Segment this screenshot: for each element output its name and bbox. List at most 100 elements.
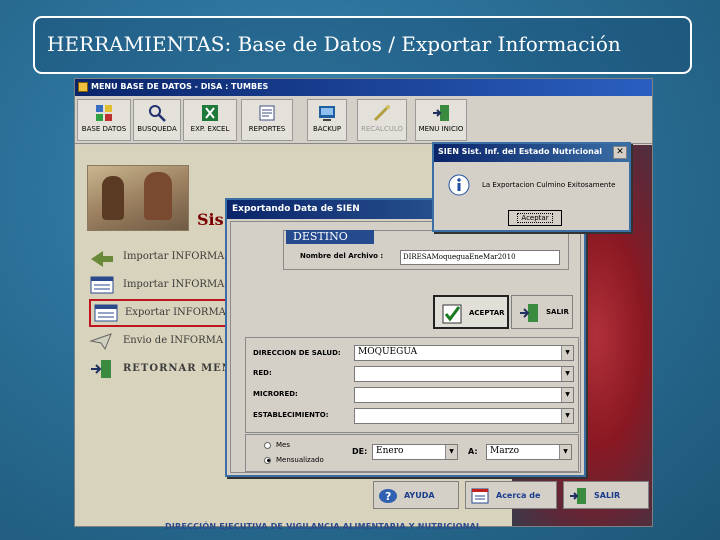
menu-item-importar-1[interactable]: Importar INFORMA xyxy=(89,245,239,269)
success-message-box: SIEN Sist. Inf. del Estado Nutricional ✕… xyxy=(432,142,631,232)
import-icon xyxy=(91,251,113,267)
toolbar-label: MENU INICIO xyxy=(418,125,464,133)
toolbar-label: BUSQUEDA xyxy=(137,125,177,133)
toolbar-backup-button[interactable]: BACKUP xyxy=(307,99,347,141)
radio-button[interactable] xyxy=(264,441,271,449)
backup-icon xyxy=(319,106,335,121)
slide-title: HERRAMIENTAS: Base de Datos / Exportar I… xyxy=(47,32,621,56)
establecimiento-select[interactable]: ▼ xyxy=(354,408,574,424)
radio-button[interactable] xyxy=(264,456,271,464)
microred-label: MICRORED: xyxy=(253,390,298,398)
toolbar-menu-inicio-button[interactable]: MENU INICIO xyxy=(415,99,467,141)
toolbar-label: RECALCULO xyxy=(360,125,404,133)
export-dialog-body: DESTINO Nombre del Archivo : DIRESAMoque… xyxy=(230,221,581,473)
select-value: Enero xyxy=(376,446,404,456)
from-month-select[interactable]: Enero ▼ xyxy=(372,444,458,460)
import-list-icon xyxy=(90,276,114,294)
recalc-icon xyxy=(373,105,390,122)
toolbar-label: REPORTES xyxy=(248,125,286,133)
toolbar-label: BASE DATOS xyxy=(81,125,127,133)
chevron-down-icon[interactable]: ▼ xyxy=(559,445,571,459)
excel-icon xyxy=(202,105,218,121)
toolbar-base-datos-button[interactable]: BASE DATOS xyxy=(77,99,131,141)
chevron-down-icon[interactable]: ▼ xyxy=(445,445,457,459)
destino-label: DESTINO xyxy=(286,230,374,244)
menu-item-exportar[interactable]: Exportar INFORMA xyxy=(89,299,239,327)
destino-group: DESTINO Nombre del Archivo : DIRESAMoque… xyxy=(283,230,569,270)
info-icon xyxy=(448,174,470,196)
red-label: RED: xyxy=(253,369,272,377)
acerca-de-button[interactable]: Acerca de xyxy=(465,481,557,509)
menu-item-label: Importar INFORMA xyxy=(123,279,225,290)
slide-footer: DIRECCIÓN EJECUTIVA DE VIGILANCIA ALIMEN… xyxy=(165,522,482,531)
file-name-input[interactable]: DIRESAMoqueguaEneMar2010 xyxy=(400,250,560,265)
bottom-button-bar: ? AYUDA Acerca de SALIR xyxy=(373,479,652,515)
from-label: DE: xyxy=(352,447,368,456)
toolbar-reportes-button[interactable]: REPORTES xyxy=(241,99,293,141)
toolbar-label: BACKUP xyxy=(312,125,342,133)
button-label: ACEPTAR xyxy=(469,309,505,317)
menu-item-retornar[interactable]: RETORNAR MENU xyxy=(89,357,242,381)
ayuda-button[interactable]: ? AYUDA xyxy=(373,481,459,509)
radio-label: Mes xyxy=(276,441,290,449)
button-label: Aceptar xyxy=(517,213,553,223)
button-label: SALIR xyxy=(546,308,569,316)
app-title: MENU BASE DE DATOS - DISA : TUMBES xyxy=(91,82,269,91)
exit-door-icon xyxy=(433,105,449,121)
microred-select[interactable]: ▼ xyxy=(354,387,574,403)
message-box-title: SIEN Sist. Inf. del Estado Nutricional xyxy=(434,144,629,162)
radio-mes[interactable]: Mes xyxy=(264,441,290,449)
aceptar-button[interactable]: ACEPTAR xyxy=(433,295,509,329)
direccion-label: DIRECCION DE SALUD: xyxy=(253,349,341,357)
export-icon xyxy=(94,304,118,322)
menu-item-label: Envio de INFORMA xyxy=(123,335,224,346)
toolbar-label: EXP. EXCEL xyxy=(190,125,230,133)
photo-figure xyxy=(144,172,172,220)
direccion-select[interactable]: MOQUEGUA ▼ xyxy=(354,345,574,361)
menu-item-label: Exportar INFORMA xyxy=(125,307,226,318)
menu-item-label: Importar INFORMA xyxy=(123,251,225,262)
to-month-select[interactable]: Marzo ▼ xyxy=(486,444,572,460)
exit-icon xyxy=(570,488,586,504)
checkmark-icon xyxy=(442,304,462,324)
close-icon[interactable]: ✕ xyxy=(613,146,627,159)
svg-text:?: ? xyxy=(385,490,391,503)
chevron-down-icon[interactable]: ▼ xyxy=(561,346,573,360)
message-text: La Exportacion Culmino Exitosamente xyxy=(482,181,616,189)
location-group: DIRECCION DE SALUD: MOQUEGUA ▼ RED: ▼ MI… xyxy=(245,337,579,433)
toolbar-recalculo-button[interactable]: RECALCULO xyxy=(357,99,407,141)
return-icon xyxy=(91,360,111,378)
period-group: Mes Mensualizado DE: Enero ▼ A: Marzo ▼ xyxy=(245,434,579,472)
select-value: MOQUEGUA xyxy=(358,347,418,357)
help-icon: ? xyxy=(379,489,397,503)
button-label: Acerca de xyxy=(496,491,541,500)
menu-item-importar-2[interactable]: Importar INFORMA xyxy=(89,273,239,297)
export-dialog: Exportando Data de SIEN DESTINO Nombre d… xyxy=(225,198,586,477)
menu-item-label: RETORNAR MENU xyxy=(123,363,242,374)
send-icon xyxy=(89,333,112,351)
chevron-down-icon[interactable]: ▼ xyxy=(561,367,573,381)
radio-mensualizado[interactable]: Mensualizado xyxy=(264,456,324,464)
toolbar-busqueda-button[interactable]: BUSQUEDA xyxy=(133,99,181,141)
chevron-down-icon[interactable]: ▼ xyxy=(561,388,573,402)
reports-icon xyxy=(259,105,275,121)
button-label: AYUDA xyxy=(404,491,435,500)
file-name-label: Nombre del Archivo : xyxy=(300,252,384,260)
toolbar: BASE DATOS BUSQUEDA EXP. EXCEL REPORTES xyxy=(75,96,652,144)
to-label: A: xyxy=(468,447,478,456)
chevron-down-icon[interactable]: ▼ xyxy=(561,409,573,423)
about-icon xyxy=(471,488,489,504)
slide-title-box: HERRAMIENTAS: Base de Datos / Exportar I… xyxy=(33,16,692,74)
establecimiento-label: ESTABLECIMIENTO: xyxy=(253,411,329,419)
search-icon xyxy=(149,105,166,122)
toolbar-excel-button[interactable]: EXP. EXCEL xyxy=(183,99,237,141)
button-label: SALIR xyxy=(594,491,621,500)
red-select[interactable]: ▼ xyxy=(354,366,574,382)
children-photo xyxy=(87,165,189,231)
message-ok-button[interactable]: Aceptar xyxy=(508,210,562,226)
app-titlebar: MENU BASE DE DATOS - DISA : TUMBES xyxy=(75,79,652,96)
salir-button[interactable]: SALIR xyxy=(563,481,649,509)
exit-door-icon xyxy=(520,304,538,322)
dialog-salir-button[interactable]: SALIR xyxy=(511,295,573,329)
menu-item-envio[interactable]: Envio de INFORMA xyxy=(89,329,239,353)
